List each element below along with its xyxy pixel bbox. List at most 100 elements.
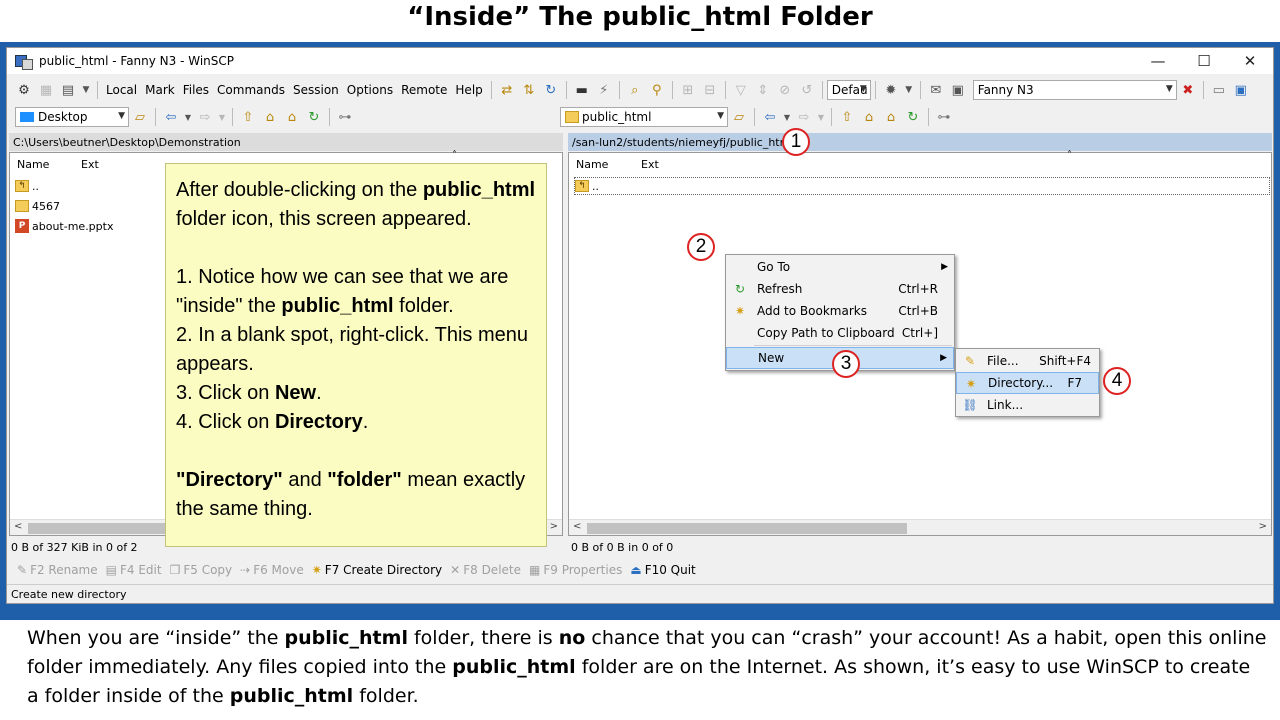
open-folder-icon[interactable]: ▱ bbox=[730, 108, 748, 126]
menu-files[interactable]: Files bbox=[179, 83, 213, 97]
parent-dir-icon[interactable]: ⇧ bbox=[838, 108, 856, 126]
column-header-ext[interactable]: Ext bbox=[641, 158, 659, 171]
right-horizontal-scrollbar[interactable]: < > bbox=[569, 519, 1271, 535]
chevron-down-icon[interactable]: ▼ bbox=[817, 108, 825, 126]
maximize-button[interactable]: ☐ bbox=[1181, 48, 1227, 74]
menu-remote[interactable]: Remote bbox=[397, 83, 451, 97]
f10-quit-button[interactable]: ⏏ F10 Quit bbox=[630, 563, 695, 577]
submenu-item-directory[interactable]: ✷ Directory... F7 bbox=[956, 372, 1099, 394]
queue-icon[interactable]: ▤ bbox=[59, 81, 77, 99]
chevron-down-icon[interactable]: ▼ bbox=[783, 108, 791, 126]
close-button[interactable]: ✕ bbox=[1227, 48, 1273, 74]
root-dir-icon[interactable]: ⌂ bbox=[860, 108, 878, 126]
putty-icon[interactable]: ⚡ bbox=[595, 81, 613, 99]
left-location-combo[interactable]: Desktop ▼ bbox=[15, 107, 129, 127]
scroll-thumb[interactable] bbox=[28, 523, 168, 534]
list-item[interactable]: 4567 bbox=[15, 197, 60, 215]
submenu-item-file[interactable]: ✎ File... Shift+F4 bbox=[956, 350, 1099, 372]
new-session-icon[interactable]: ✉ bbox=[927, 81, 945, 99]
right-path-bar: /san-lun2/students/niemeyfj/public_html bbox=[568, 133, 1272, 151]
move-icon: ⇢ bbox=[240, 563, 251, 577]
terminal-icon[interactable]: ▬ bbox=[573, 81, 591, 99]
back-icon[interactable]: ⇦ bbox=[761, 108, 779, 126]
menu-local[interactable]: Local bbox=[102, 83, 141, 97]
list-item[interactable]: ↰ .. bbox=[15, 177, 39, 195]
rename-icon: ✎ bbox=[17, 563, 28, 577]
scroll-right-icon[interactable]: > bbox=[550, 521, 558, 532]
menu-help[interactable]: Help bbox=[451, 83, 486, 97]
tree-icon[interactable]: ⊶ bbox=[336, 108, 354, 126]
parent-folder-icon: ↰ bbox=[575, 180, 589, 192]
sites-icon[interactable]: ▣ bbox=[949, 81, 967, 99]
list-item[interactable]: P about-me.pptx bbox=[15, 217, 113, 235]
find-files-icon[interactable]: ⌕ bbox=[626, 81, 644, 99]
refresh-icon[interactable]: ↻ bbox=[542, 81, 560, 99]
back-icon[interactable]: ⇦ bbox=[162, 108, 180, 126]
scroll-right-icon[interactable]: > bbox=[1259, 521, 1267, 532]
f8-delete-button[interactable]: ✕ F8 Delete bbox=[450, 563, 521, 577]
parent-dir-icon[interactable]: ⇧ bbox=[239, 108, 257, 126]
menu-session[interactable]: Session bbox=[289, 83, 343, 97]
refresh-icon[interactable]: ↻ bbox=[904, 108, 922, 126]
root-dir-icon[interactable]: ⌂ bbox=[261, 108, 279, 126]
right-location-combo[interactable]: public_html ▼ bbox=[560, 107, 728, 127]
save-icon[interactable]: ▣ bbox=[1232, 81, 1250, 99]
chevron-down-icon[interactable]: ▼ bbox=[218, 108, 226, 126]
tree-icon[interactable]: ⊶ bbox=[935, 108, 953, 126]
chevron-down-icon[interactable]: ▼ bbox=[184, 108, 192, 126]
chevron-down-icon[interactable]: ▼ bbox=[904, 81, 914, 99]
slide-title: “Inside” The public_html Folder bbox=[407, 2, 873, 32]
scroll-left-icon[interactable]: < bbox=[14, 521, 22, 532]
keep-up-to-date-icon[interactable]: ⇅ bbox=[520, 81, 538, 99]
binoculars-icon[interactable]: ⚲ bbox=[648, 81, 666, 99]
chevron-down-icon: ▼ bbox=[118, 111, 125, 121]
column-header-name[interactable]: Name bbox=[17, 158, 49, 171]
quit-icon: ⏏ bbox=[630, 563, 642, 577]
f2-rename-button[interactable]: ✎ F2 Rename bbox=[17, 563, 98, 577]
forward-icon[interactable]: ⇨ bbox=[196, 108, 214, 126]
filter-icon[interactable]: ▽ bbox=[732, 81, 750, 99]
menu-mark[interactable]: Mark bbox=[141, 83, 179, 97]
forward-icon[interactable]: ⇨ bbox=[795, 108, 813, 126]
menu-item-copy-path[interactable]: Copy Path to Clipboard Ctrl+] bbox=[726, 322, 954, 344]
menu-options[interactable]: Options bbox=[343, 83, 397, 97]
left-status-text: 0 B of 327 KiB in 0 of 2 bbox=[11, 541, 138, 554]
home-icon[interactable]: ⌂ bbox=[882, 108, 900, 126]
menu-item-go-to[interactable]: Go To ▶ bbox=[726, 256, 954, 278]
menu-item-add-to-bookmarks[interactable]: ✷ Add to Bookmarks Ctrl+B bbox=[726, 300, 954, 322]
chevron-down-icon[interactable]: ▼ bbox=[81, 81, 91, 99]
preferences-icon[interactable]: ✹ bbox=[882, 81, 900, 99]
select-minus-icon[interactable]: ⊟ bbox=[701, 81, 719, 99]
synchronize-icon[interactable]: ⇄ bbox=[498, 81, 516, 99]
home-icon[interactable]: ⌂ bbox=[283, 108, 301, 126]
f9-properties-button[interactable]: ▦ F9 Properties bbox=[529, 563, 622, 577]
menu-item-refresh[interactable]: ↻ Refresh Ctrl+R bbox=[726, 278, 954, 300]
gear-icon[interactable]: ⚙ bbox=[15, 81, 33, 99]
minimize-button[interactable]: — bbox=[1135, 48, 1181, 74]
reload-icon[interactable]: ↺ bbox=[798, 81, 816, 99]
column-header-ext[interactable]: Ext bbox=[81, 158, 99, 171]
clear-icon[interactable]: ⊘ bbox=[776, 81, 794, 99]
list-item[interactable]: ↰ .. bbox=[574, 177, 1270, 195]
submenu-item-link[interactable]: ⛓ Link... bbox=[956, 394, 1099, 416]
refresh-icon[interactable]: ↻ bbox=[305, 108, 323, 126]
f5-copy-button[interactable]: ❐ F5 Copy bbox=[170, 563, 233, 577]
left-path-bar: C:\Users\beutner\Desktop\Demonstration bbox=[9, 133, 563, 151]
compare-icon[interactable]: ▦ bbox=[37, 81, 55, 99]
scroll-left-icon[interactable]: < bbox=[573, 521, 581, 532]
select-plus-icon[interactable]: ⊞ bbox=[679, 81, 697, 99]
sort-icon[interactable]: ⇕ bbox=[754, 81, 772, 99]
layout-icon[interactable]: ▭ bbox=[1210, 81, 1228, 99]
f6-move-button[interactable]: ⇢ F6 Move bbox=[240, 563, 304, 577]
session-combo[interactable]: Fanny N3 ▼ bbox=[972, 80, 1177, 100]
disconnect-icon[interactable]: ✖ bbox=[1179, 81, 1197, 99]
menu-commands[interactable]: Commands bbox=[213, 83, 289, 97]
open-folder-icon[interactable]: ▱ bbox=[131, 108, 149, 126]
transfer-settings-combo[interactable]: Defau ▼ bbox=[826, 80, 871, 100]
function-key-bar: ✎ F2 Rename ▤ F4 Edit ❐ F5 Copy ⇢ F6 Move ✷ F… bbox=[7, 560, 1273, 580]
column-header-name[interactable]: Name bbox=[576, 158, 608, 171]
f7-create-directory-button[interactable]: ✷ F7 Create Directory bbox=[312, 563, 442, 577]
delete-icon: ✕ bbox=[450, 563, 461, 577]
scroll-thumb[interactable] bbox=[587, 523, 907, 534]
f4-edit-button[interactable]: ▤ F4 Edit bbox=[106, 563, 162, 577]
